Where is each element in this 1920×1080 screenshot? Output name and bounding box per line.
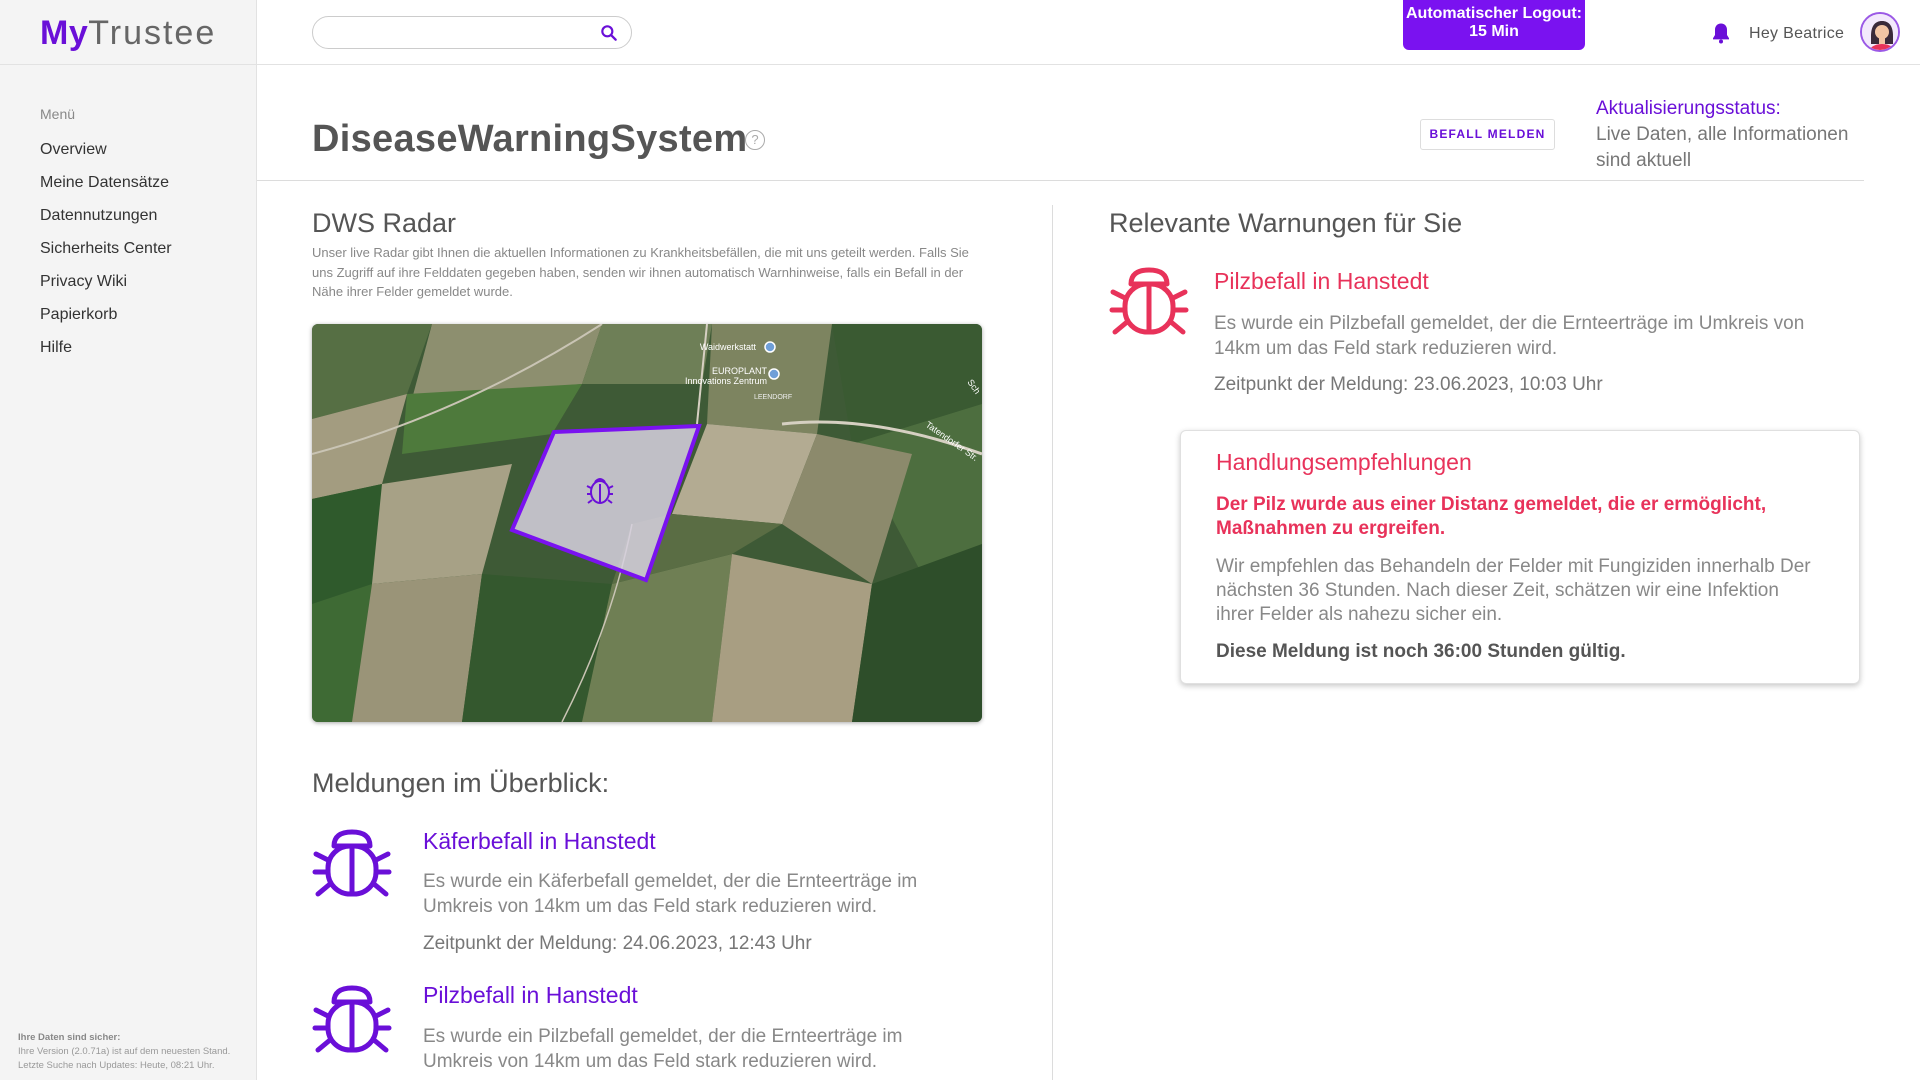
- overview-item-pilzbefall[interactable]: Pilzbefall in Hanstedt Es wurde ein Pilz…: [312, 982, 1012, 1080]
- map-label-waidwerkstatt: Waidwerkstatt: [700, 342, 757, 352]
- map-label-innovations-zentrum: Innovations Zentrum: [685, 376, 767, 386]
- relevant-warning-text: Es wurde ein Pilzbefall gemeldet, der di…: [1214, 313, 1805, 359]
- bug-icon: [312, 985, 392, 1053]
- sidebar-item-papierkorb[interactable]: Papierkorb: [40, 305, 172, 338]
- bug-icon: [1109, 267, 1189, 335]
- recommendation-validity: Diese Meldung ist noch 36:00 Stunden gül…: [1216, 641, 1626, 662]
- search-icon[interactable]: [599, 23, 619, 43]
- recommendation-text: Wir empfehlen das Behandeln der Felder m…: [1216, 556, 1811, 625]
- user-greeting: Hey Beatrice: [1749, 25, 1845, 42]
- page-title: DiseaseWarningSystem: [312, 118, 748, 160]
- overview-item-title: Käferbefall in Hanstedt: [423, 828, 656, 854]
- header-divider: [257, 180, 1864, 181]
- overview-item-kaeferbefall[interactable]: Käferbefall in Hanstedt Es wurde ein Käf…: [312, 826, 1012, 966]
- logo-my: My: [40, 14, 89, 52]
- radar-title: DWS Radar: [312, 208, 457, 238]
- app-logo[interactable]: MyTrustee: [40, 14, 216, 53]
- relevant-warning-time: Zeitpunkt der Meldung: 23.06.2023, 10:03…: [1214, 374, 1603, 395]
- relevant-warning-pilzbefall[interactable]: Pilzbefall in Hanstedt Es wurde ein Pilz…: [1109, 264, 1869, 404]
- help-icon[interactable]: ?: [745, 130, 765, 150]
- menu-heading: Menü: [40, 106, 76, 122]
- sidebar-item-privacy-wiki[interactable]: Privacy Wiki: [40, 272, 172, 305]
- sidebar-item-sicherheits-center[interactable]: Sicherheits Center: [40, 239, 172, 272]
- update-status-label: Aktualisierungsstatus:: [1596, 98, 1781, 119]
- recommendation-card: Handlungsempfehlungen Der Pilz wurde aus…: [1180, 430, 1860, 684]
- recommendation-title: Handlungsempfehlungen: [1216, 449, 1472, 475]
- bell-icon[interactable]: [1711, 22, 1731, 44]
- map-label-europlant: EUROPLANT: [712, 366, 768, 376]
- report-infestation-button[interactable]: BEFALL MELDEN: [1420, 119, 1555, 150]
- map-pin-icon[interactable]: [764, 341, 776, 353]
- map-label-leendorf: LEENDORF: [754, 394, 792, 401]
- search-bar[interactable]: [312, 16, 632, 49]
- auto-logout-time: 15 Min: [1469, 23, 1519, 40]
- overview-title: Meldungen im Überblick:: [312, 768, 610, 798]
- version-note-line: Ihre Version (2.0.71a) ist auf dem neues…: [18, 1046, 231, 1057]
- overview-item-time: Zeitpunkt der Meldung: 24.06.2023, 12:43…: [423, 933, 812, 954]
- overview-item-title: Pilzbefall in Hanstedt: [423, 982, 638, 1008]
- auto-logout-label: Automatischer Logout:: [1406, 5, 1582, 22]
- sidebar-item-datennutzungen[interactable]: Datennutzungen: [40, 206, 172, 239]
- bug-icon: [312, 829, 392, 897]
- auto-logout-badge: Automatischer Logout: 15 Min: [1403, 0, 1585, 50]
- topbar: Automatischer Logout: 15 Min Hey Beatric…: [257, 0, 1920, 65]
- satellite-map[interactable]: Waidwerkstatt EUROPLANT Innovations Zent…: [312, 324, 982, 722]
- version-note: Ihre Daten sind sicher: Ihre Version (2.…: [18, 1031, 230, 1073]
- sidebar-menu: Overview Meine Datensätze Datennutzungen…: [40, 140, 172, 371]
- relevant-warnings-title: Relevante Warnungen für Sie: [1109, 208, 1463, 238]
- relevant-warning-title: Pilzbefall in Hanstedt: [1214, 268, 1429, 294]
- radar-map[interactable]: Waidwerkstatt EUROPLANT Innovations Zent…: [312, 324, 982, 722]
- sidebar-item-hilfe[interactable]: Hilfe: [40, 338, 172, 371]
- search-input[interactable]: [327, 23, 587, 43]
- version-note-line: Letzte Suche nach Updates: Heute, 08:21 …: [18, 1060, 215, 1071]
- logo-divider: [0, 64, 257, 65]
- logo-trustee: Trustee: [88, 14, 217, 52]
- sidebar-item-meine-datensaetze[interactable]: Meine Datensätze: [40, 173, 172, 206]
- update-status-text: Live Daten, alle Informationen sind aktu…: [1596, 124, 1849, 171]
- overview-item-text: Es wurde ein Pilzbefall gemeldet, der di…: [423, 1026, 903, 1072]
- avatar-illustration: [1862, 14, 1898, 50]
- overview-item-text: Es wurde ein Käferbefall gemeldet, der d…: [423, 871, 918, 917]
- sidebar-item-overview[interactable]: Overview: [40, 140, 172, 173]
- avatar[interactable]: [1860, 12, 1900, 52]
- version-note-title: Ihre Daten sind sicher:: [18, 1032, 121, 1043]
- column-divider: [1052, 205, 1053, 1080]
- radar-description: Unser live Radar gibt Ihnen die aktuelle…: [312, 245, 969, 299]
- map-pin-icon[interactable]: [768, 368, 780, 380]
- sidebar: MyTrustee Menü Overview Meine Datensätze…: [0, 0, 257, 1080]
- recommendation-alert: Der Pilz wurde aus einer Distanz gemelde…: [1216, 494, 1767, 539]
